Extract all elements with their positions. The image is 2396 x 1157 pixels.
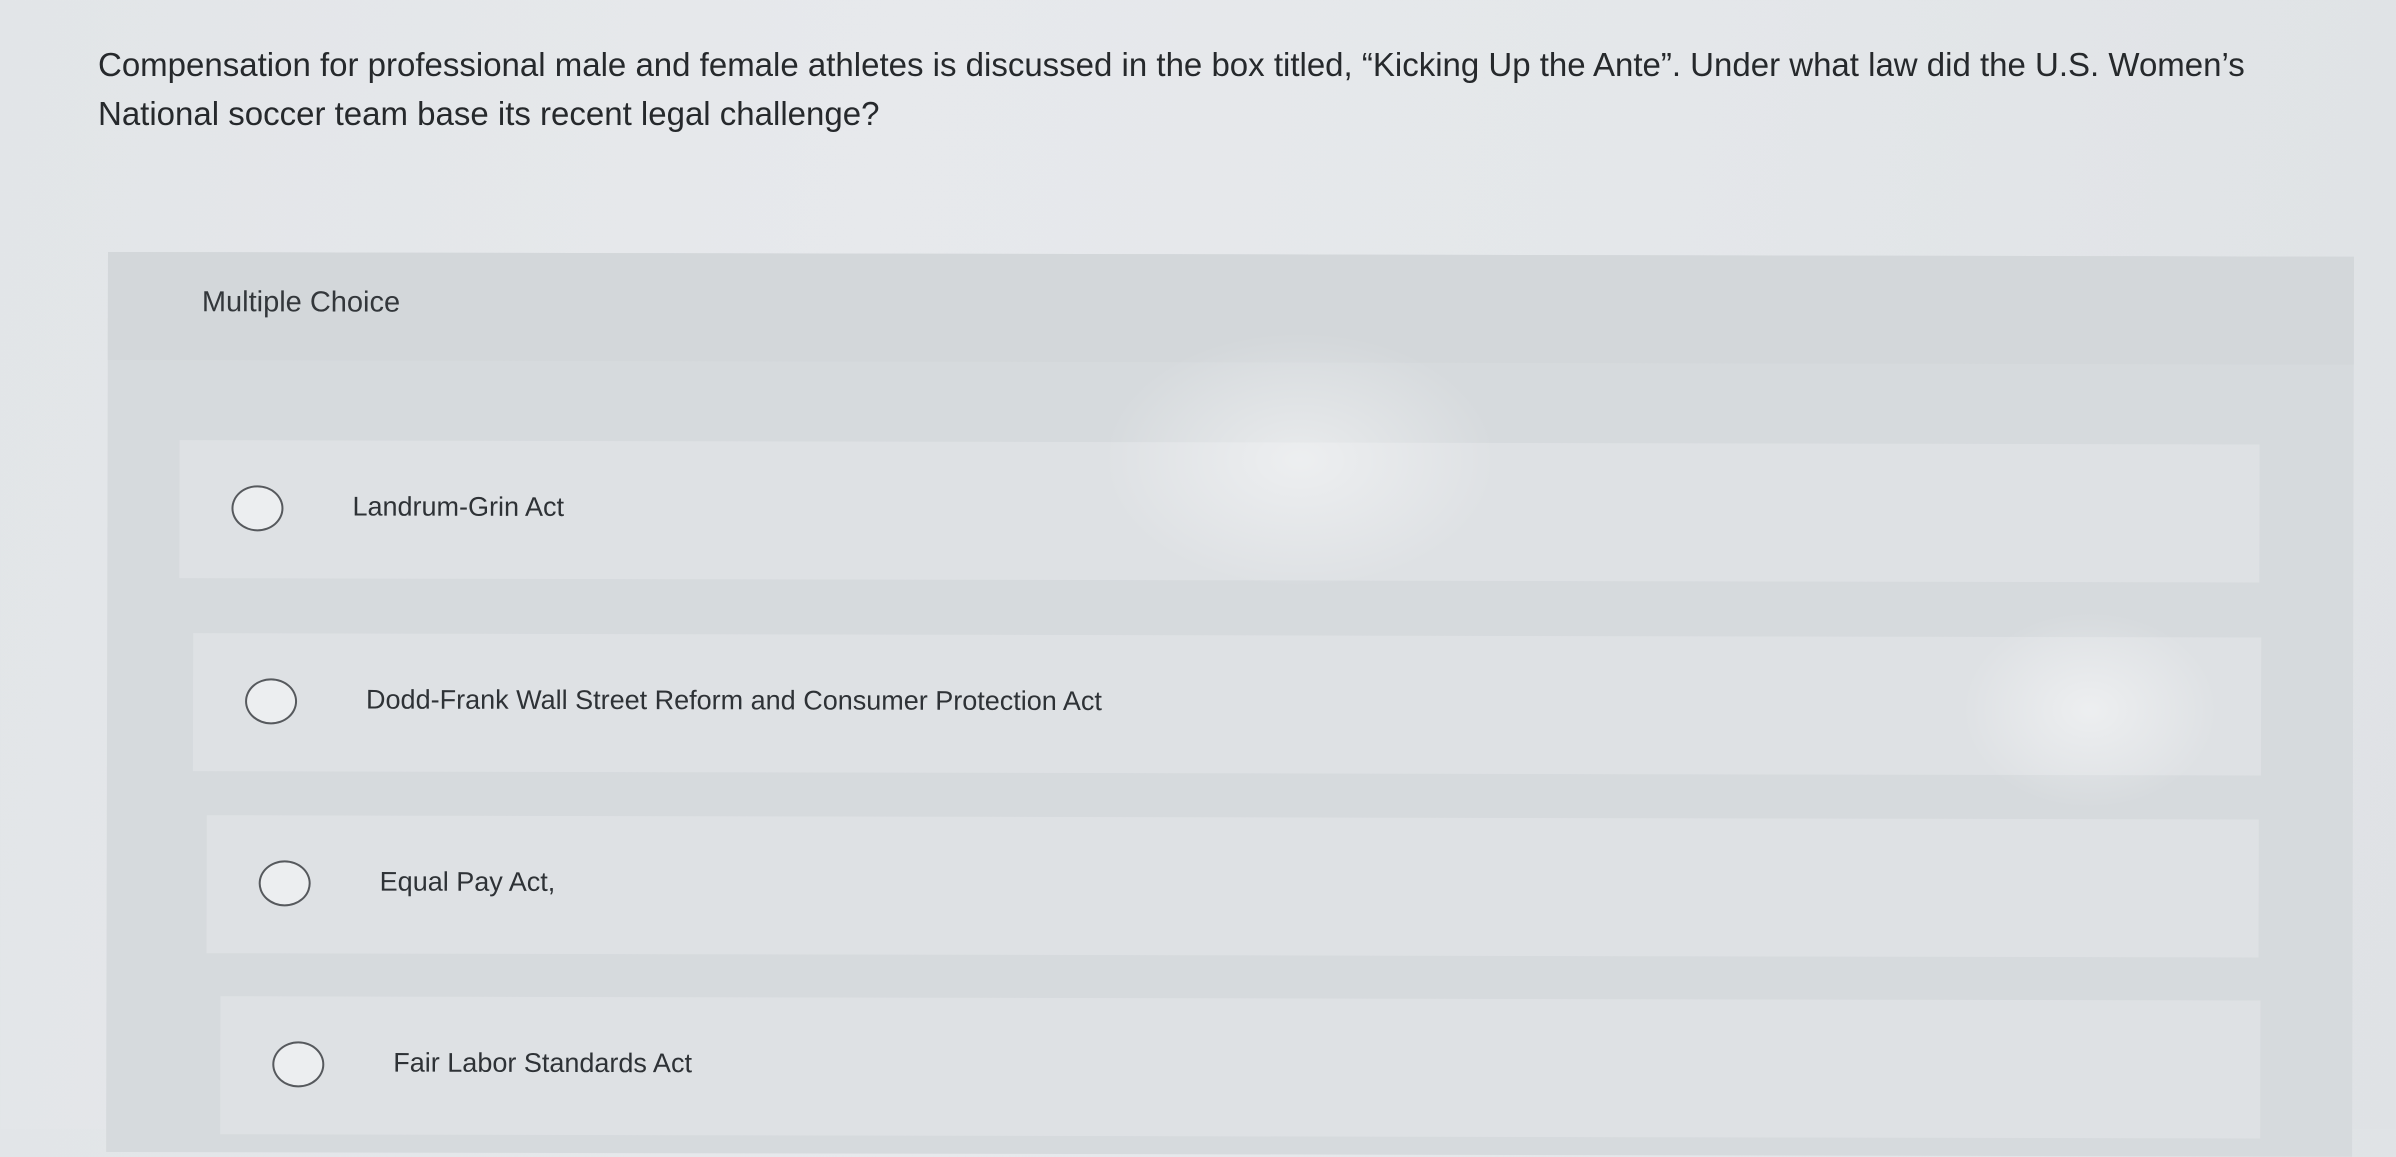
multiple-choice-panel: Multiple Choice Landrum-Grin Act Dodd-Fr… xyxy=(106,252,2354,1157)
answer-option-label: Landrum-Grin Act xyxy=(352,491,565,522)
radio-unchecked-icon[interactable] xyxy=(272,1041,325,1088)
multiple-choice-title: Multiple Choice xyxy=(201,286,401,319)
answer-option-label: Dodd-Frank Wall Street Reform and Consum… xyxy=(366,684,1102,717)
question-text: Compensation for professional male and f… xyxy=(98,40,2298,138)
answer-option-4[interactable]: Fair Labor Standards Act xyxy=(220,996,2261,1139)
answer-option-label: Fair Labor Standards Act xyxy=(393,1047,693,1079)
question-line-1: Compensation for professional male and f… xyxy=(98,46,2245,83)
answer-option-3[interactable]: Equal Pay Act, xyxy=(206,815,2259,958)
answer-option-label: Equal Pay Act, xyxy=(379,866,556,897)
multiple-choice-header: Multiple Choice xyxy=(107,252,2354,365)
radio-unchecked-icon[interactable] xyxy=(245,678,298,725)
answer-option-2[interactable]: Dodd-Frank Wall Street Reform and Consum… xyxy=(192,633,2262,776)
radio-unchecked-icon[interactable] xyxy=(231,485,284,532)
radio-unchecked-icon[interactable] xyxy=(258,860,311,907)
answer-option-1[interactable]: Landrum-Grin Act xyxy=(179,440,2260,583)
question-line-2: National soccer team base its recent leg… xyxy=(98,95,880,132)
